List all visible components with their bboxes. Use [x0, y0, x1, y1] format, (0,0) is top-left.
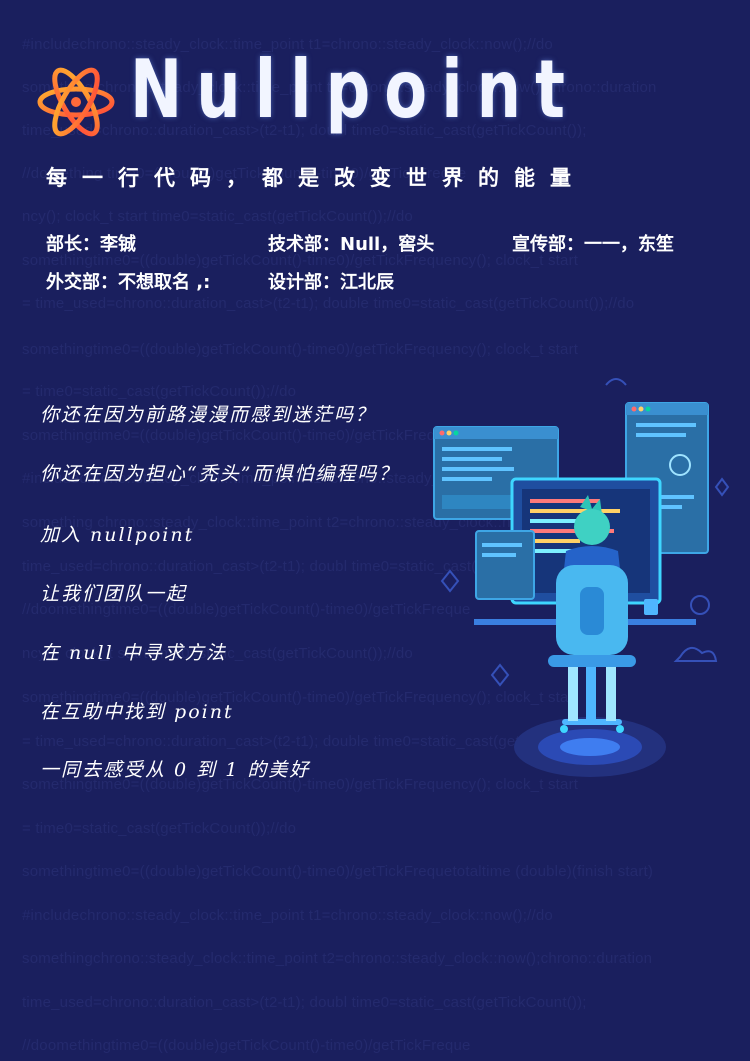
recruit-line: 在 null 中寻求方法 — [40, 642, 227, 664]
code-line: //doomethingtime0=((double)getTickCount(… — [22, 1037, 471, 1054]
recruit-line: 在互助中找到 point — [40, 701, 234, 723]
code-line: time_used=chrono::duration_cast>(t2-t1);… — [22, 994, 587, 1011]
recruit-line: 让我们团队一起 — [40, 583, 188, 605]
code-line: = time_used=chrono::duration_cast>(t2-t1… — [22, 295, 635, 312]
code-line: = time0=static_cast(getTickCount());//do — [22, 820, 297, 837]
programmer-illustration — [433, 378, 730, 777]
code-line: ncy(); clock_t start time0=static_cast(g… — [22, 208, 413, 225]
recruit-line: 你还在因为前路漫漫而感到迷茫吗？ — [40, 404, 377, 426]
team-external: 外交部：不想取名 ,: — [46, 272, 211, 293]
brand-title: Nullpoint — [130, 43, 579, 136]
recruit-line: 加入 nullpoint — [40, 524, 195, 546]
team-design: 设计部：江北辰 — [268, 272, 394, 293]
code-line: = time0=static_cast(getTickCount());//do — [22, 383, 297, 400]
code-line: somethingtime0=((double)getTickCount()-t… — [22, 341, 579, 358]
recruit-line: 一同去感受从 0 到 1 的美好 — [40, 759, 311, 781]
team-promo: 宣传部：一一，东笙 — [512, 234, 674, 255]
team-leader: 部长：李铖 — [46, 234, 136, 255]
atom-logo-icon — [37, 67, 115, 137]
code-line: somethingtime0=((double)getTickCount()-t… — [22, 863, 654, 880]
code-line: somethingchrono::steady_clock::time_poin… — [22, 950, 653, 967]
code-line: #includechrono::steady_clock::time_point… — [22, 907, 553, 924]
recruit-line: 你还在因为担心“秃头”而惧怕编程吗？ — [40, 463, 400, 485]
team-tech: 技术部：Null，窖头 — [268, 234, 435, 255]
slogan: 每一行代码，都是改变世界的能量 — [46, 166, 586, 190]
